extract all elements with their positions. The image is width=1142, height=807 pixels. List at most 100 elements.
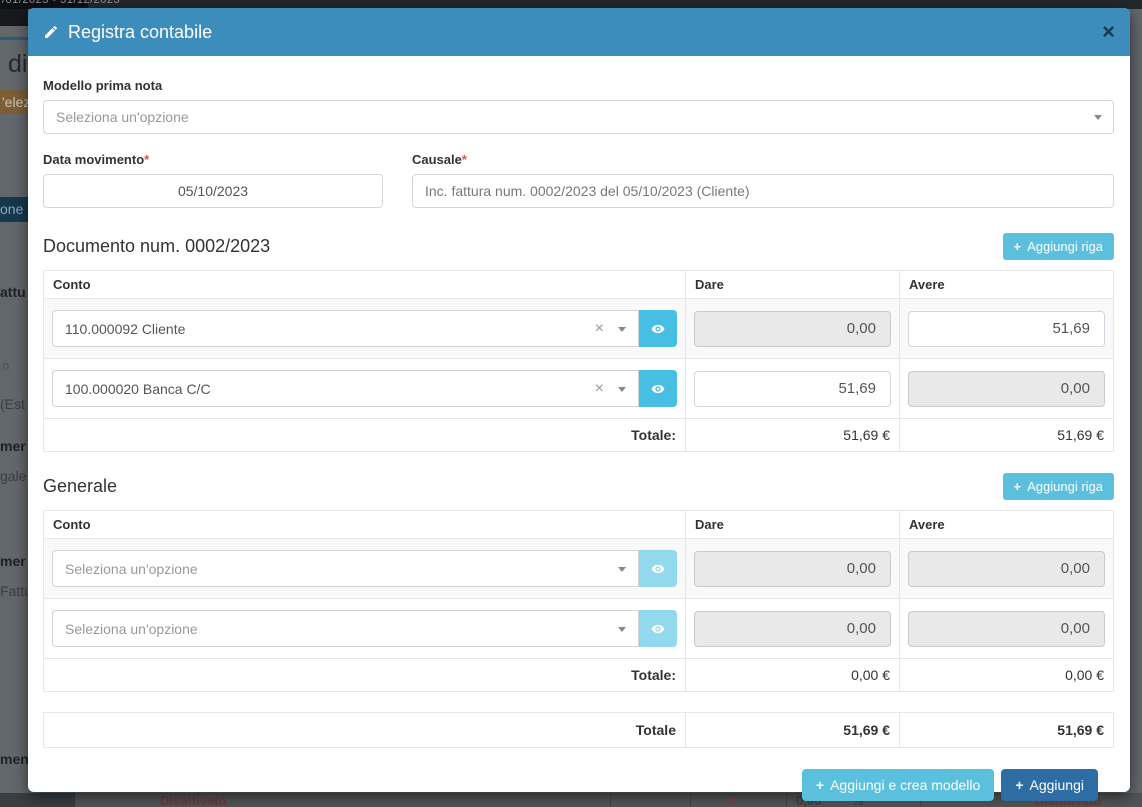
- documento-section-title: Documento num. 0002/2023: [43, 236, 270, 257]
- conto-column-header: Conto: [44, 271, 686, 299]
- conto-select[interactable]: 100.000020 Banca C/C ×: [52, 370, 639, 407]
- clear-icon[interactable]: ×: [595, 321, 604, 337]
- view-account-button: [639, 610, 677, 647]
- avere-input[interactable]: [908, 311, 1105, 347]
- avere-input: [908, 611, 1105, 647]
- select-placeholder: Seleziona un'opzione: [56, 109, 189, 125]
- button-label: Aggiungi e crea modello: [830, 777, 980, 793]
- documento-add-row-button[interactable]: + Aggiungi riga: [1003, 233, 1114, 260]
- view-account-button[interactable]: [639, 310, 677, 347]
- documento-section-header: Documento num. 0002/2023 + Aggiungi riga: [43, 233, 1114, 260]
- background-button-fragment: one: [0, 197, 28, 222]
- background-label-fragment: attu: [0, 284, 26, 300]
- table-row: 110.000092 Cliente ×: [44, 299, 1114, 359]
- view-account-button[interactable]: [639, 370, 677, 407]
- total-dare: 0,00 €: [686, 659, 900, 692]
- background-text-fragment: gale: [0, 468, 26, 484]
- conto-select[interactable]: 110.000092 Cliente ×: [52, 310, 639, 347]
- conto-select[interactable]: Seleziona un'opzione: [52, 550, 639, 587]
- plus-icon: +: [1015, 777, 1023, 793]
- aggiungi-e-crea-modello-button[interactable]: + Aggiungi e crea modello: [802, 769, 994, 801]
- background-label-fragment: mer: [0, 438, 26, 454]
- background-link-fragment: o: [2, 358, 9, 373]
- total-avere: 0,00 €: [900, 659, 1114, 692]
- eye-icon: [651, 622, 665, 636]
- generale-table: Conto Dare Avere Seleziona un'opzione: [43, 510, 1114, 692]
- pencil-icon: [43, 24, 59, 40]
- table-row: 100.000020 Banca C/C ×: [44, 359, 1114, 419]
- eye-icon: [651, 562, 665, 576]
- select-placeholder: Seleziona un'opzione: [65, 561, 198, 577]
- aggiungi-button[interactable]: + Aggiungi: [1001, 769, 1098, 801]
- table-row: Seleziona un'opzione: [44, 599, 1114, 659]
- grand-total-label: Totale: [44, 713, 686, 748]
- chevron-down-icon: [618, 567, 626, 572]
- clear-icon[interactable]: ×: [595, 381, 604, 397]
- causale-input[interactable]: [412, 174, 1114, 208]
- grand-total-table: Totale 51,69 € 51,69 €: [43, 712, 1114, 748]
- documento-table: Conto Dare Avere 110.000092 Cliente ×: [43, 270, 1114, 452]
- table-row: Seleziona un'opzione: [44, 539, 1114, 599]
- total-dare: 51,69 €: [686, 419, 900, 452]
- button-label: Aggiungi: [1030, 777, 1085, 793]
- grand-total-avere: 51,69 €: [900, 713, 1114, 748]
- plus-icon: +: [1014, 239, 1022, 254]
- data-movimento-label: Data movimento*: [43, 152, 383, 167]
- view-account-button: [639, 550, 677, 587]
- conto-select-group: Seleziona un'opzione: [52, 550, 677, 587]
- background-tab-underline: [0, 37, 28, 40]
- dare-input: [694, 551, 891, 587]
- modello-prima-nota-select[interactable]: Seleziona un'opzione: [43, 100, 1114, 134]
- plus-icon: +: [1014, 479, 1022, 494]
- background-label-fragment: mer: [0, 553, 26, 569]
- total-label: Totale:: [44, 419, 686, 452]
- required-asterisk: *: [462, 152, 467, 167]
- button-label: Aggiungi riga: [1027, 479, 1103, 494]
- causale-group: Causale*: [412, 152, 1114, 208]
- chevron-down-icon: [618, 627, 626, 632]
- dialog-footer: + Aggiungi e crea modello + Aggiungi: [43, 769, 1098, 801]
- documento-total-row: Totale: 51,69 € 51,69 €: [44, 419, 1114, 452]
- table-header-row: Conto Dare Avere: [44, 271, 1114, 299]
- dialog-title-text: Registra contabile: [68, 22, 212, 43]
- chevron-down-icon: [1094, 115, 1102, 120]
- total-label: Totale:: [44, 659, 686, 692]
- grand-total-row: Totale 51,69 € 51,69 €: [44, 713, 1114, 748]
- modello-prima-nota-label: Modello prima nota: [43, 78, 1114, 93]
- background-header-block: [0, 9, 28, 26]
- generale-section-title: Generale: [43, 476, 117, 497]
- data-movimento-group: Data movimento*: [43, 152, 383, 208]
- background-text-fragment: di: [8, 50, 27, 79]
- required-asterisk: *: [144, 152, 149, 167]
- dialog-body: Modello prima nota Seleziona un'opzione …: [28, 56, 1130, 801]
- button-label: Aggiungi riga: [1027, 239, 1103, 254]
- dare-column-header: Dare: [686, 271, 900, 299]
- chevron-down-icon: [618, 387, 626, 392]
- total-avere: 51,69 €: [900, 419, 1114, 452]
- conto-select-group: 110.000092 Cliente ×: [52, 310, 677, 347]
- close-icon[interactable]: ×: [1102, 21, 1115, 43]
- dialog-header: Registra contabile ×: [28, 8, 1130, 56]
- date-causale-row: Data movimento* Causale*: [43, 152, 1114, 208]
- avere-input: [908, 551, 1105, 587]
- dare-input[interactable]: [694, 371, 891, 407]
- eye-icon: [651, 322, 665, 336]
- conto-select-group: 100.000020 Banca C/C ×: [52, 370, 677, 407]
- selected-account: 110.000092 Cliente: [65, 321, 185, 337]
- causale-label: Causale*: [412, 152, 1114, 167]
- dare-column-header: Dare: [686, 511, 900, 539]
- eye-icon: [651, 382, 665, 396]
- chevron-down-icon: [618, 327, 626, 332]
- generale-section-header: Generale + Aggiungi riga: [43, 473, 1114, 500]
- avere-column-header: Avere: [900, 511, 1114, 539]
- plus-icon: +: [816, 777, 824, 793]
- generale-add-row-button[interactable]: + Aggiungi riga: [1003, 473, 1114, 500]
- dare-input: [694, 311, 891, 347]
- conto-column-header: Conto: [44, 511, 686, 539]
- avere-input: [908, 371, 1105, 407]
- label-text: Data movimento: [43, 152, 144, 167]
- generale-total-row: Totale: 0,00 € 0,00 €: [44, 659, 1114, 692]
- dialog-title: Registra contabile: [43, 22, 212, 43]
- conto-select[interactable]: Seleziona un'opzione: [52, 610, 639, 647]
- data-movimento-input[interactable]: [43, 174, 383, 208]
